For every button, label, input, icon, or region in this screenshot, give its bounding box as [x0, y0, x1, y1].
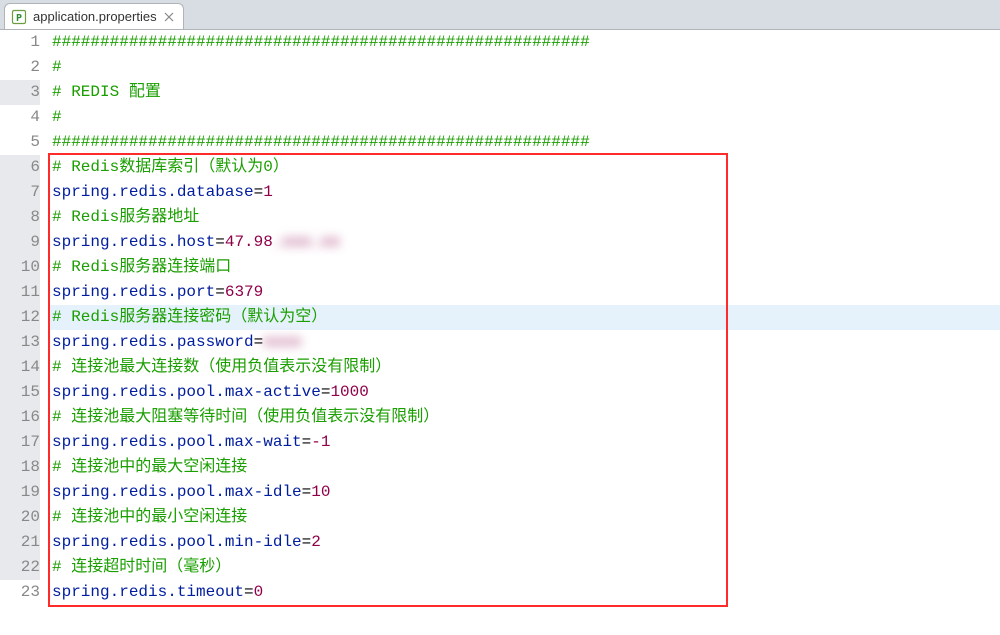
code-area[interactable]: ########################################… [48, 30, 1000, 635]
line-number: 9 [0, 230, 40, 255]
code-token: # 连接超时时间（毫秒） [52, 558, 231, 576]
code-token: = [321, 383, 331, 401]
code-token: = [244, 583, 254, 601]
code-token: # Redis服务器地址 [52, 208, 199, 226]
line-number: 12 [0, 305, 40, 330]
svg-text:P: P [16, 13, 22, 24]
code-token: = [215, 233, 225, 251]
code-line[interactable]: spring.redis.host=47.98.xxx.xx [48, 230, 1000, 255]
tab-bar: P application.properties [0, 0, 1000, 30]
code-token: spring.redis.pool.max-wait [52, 433, 302, 451]
code-token: .xxx.xx [273, 230, 340, 255]
line-number: 7 [0, 180, 40, 205]
line-number: 18 [0, 455, 40, 480]
code-token: = [254, 183, 264, 201]
code-line[interactable]: ########################################… [48, 30, 1000, 55]
code-token: 1 [263, 183, 273, 201]
code-token: # 连接池最大阻塞等待时间（使用负值表示没有限制） [52, 408, 439, 426]
line-number: 8 [0, 205, 40, 230]
code-token: spring.redis.database [52, 183, 254, 201]
line-number: 6 [0, 155, 40, 180]
line-number: 3 [0, 80, 40, 105]
code-token: # 连接池中的最大空闲连接 [52, 458, 247, 476]
code-token: # Redis服务器连接密码（默认为空） [52, 308, 327, 326]
code-token: 6379 [225, 283, 263, 301]
line-number: 1 [0, 30, 40, 55]
line-number: 17 [0, 430, 40, 455]
code-token: # [52, 58, 62, 76]
code-line[interactable]: # 连接池最大连接数（使用负值表示没有限制） [48, 355, 1000, 380]
code-line[interactable]: # Redis数据库索引（默认为0） [48, 155, 1000, 180]
line-number: 16 [0, 405, 40, 430]
code-token: 1000 [330, 383, 368, 401]
line-number: 19 [0, 480, 40, 505]
code-token: # [52, 108, 62, 126]
line-number: 4 [0, 105, 40, 130]
code-token: spring.redis.password [52, 333, 254, 351]
code-token: 2 [311, 533, 321, 551]
code-token: # Redis数据库索引（默认为0） [52, 158, 289, 176]
code-token: = [302, 483, 312, 501]
code-line[interactable]: # 连接池中的最小空闲连接 [48, 505, 1000, 530]
line-number: 22 [0, 555, 40, 580]
code-token: # REDIS 配置 [52, 83, 161, 101]
code-token: spring.redis.timeout [52, 583, 244, 601]
close-icon[interactable] [163, 11, 175, 23]
code-token: -1 [311, 433, 330, 451]
code-line[interactable]: spring.redis.database=1 [48, 180, 1000, 205]
code-line[interactable]: # REDIS 配置 [48, 80, 1000, 105]
line-number: 11 [0, 280, 40, 305]
code-line[interactable]: # 连接池最大阻塞等待时间（使用负值表示没有限制） [48, 405, 1000, 430]
code-token: # Redis服务器连接端口 [52, 258, 231, 276]
line-number: 13 [0, 330, 40, 355]
code-token: 10 [311, 483, 330, 501]
code-token: xxxx [263, 330, 301, 355]
code-token: spring.redis.pool.max-idle [52, 483, 302, 501]
line-number: 2 [0, 55, 40, 80]
code-line[interactable]: # Redis服务器连接端口 [48, 255, 1000, 280]
code-line[interactable]: # 连接池中的最大空闲连接 [48, 455, 1000, 480]
code-token: # 连接池中的最小空闲连接 [52, 508, 247, 526]
line-number: 21 [0, 530, 40, 555]
line-number: 10 [0, 255, 40, 280]
code-line[interactable]: spring.redis.pool.max-active=1000 [48, 380, 1000, 405]
code-token: # 连接池最大连接数（使用负值表示没有限制） [52, 358, 391, 376]
code-token: spring.redis.pool.max-active [52, 383, 321, 401]
code-token: ########################################… [52, 33, 590, 51]
code-line[interactable]: # Redis服务器地址 [48, 205, 1000, 230]
code-token: = [302, 433, 312, 451]
code-token: spring.redis.port [52, 283, 215, 301]
code-line[interactable]: spring.redis.timeout=0 [48, 580, 1000, 605]
code-line[interactable]: # [48, 55, 1000, 80]
code-token: = [215, 283, 225, 301]
code-line[interactable]: spring.redis.port=6379 [48, 280, 1000, 305]
tab-filename: application.properties [33, 9, 157, 24]
code-token: = [302, 533, 312, 551]
code-token: 47.98 [225, 233, 273, 251]
editor-tab[interactable]: P application.properties [4, 3, 184, 29]
line-number: 14 [0, 355, 40, 380]
code-editor[interactable]: 1234567891011121314151617181920212223 ##… [0, 30, 1000, 635]
code-line[interactable]: # 连接超时时间（毫秒） [48, 555, 1000, 580]
line-number: 20 [0, 505, 40, 530]
code-token: spring.redis.host [52, 233, 215, 251]
line-number: 23 [0, 580, 40, 605]
code-line[interactable]: ########################################… [48, 130, 1000, 155]
properties-file-icon: P [11, 9, 27, 25]
code-line[interactable]: # [48, 105, 1000, 130]
line-number: 5 [0, 130, 40, 155]
line-number-gutter: 1234567891011121314151617181920212223 [0, 30, 48, 635]
code-line[interactable]: spring.redis.pool.min-idle=2 [48, 530, 1000, 555]
code-line[interactable]: spring.redis.pool.max-idle=10 [48, 480, 1000, 505]
code-token: spring.redis.pool.min-idle [52, 533, 302, 551]
code-token: 0 [254, 583, 264, 601]
line-number: 15 [0, 380, 40, 405]
code-token: ########################################… [52, 133, 590, 151]
code-line[interactable]: spring.redis.pool.max-wait=-1 [48, 430, 1000, 455]
code-line[interactable]: spring.redis.password=xxxx [48, 330, 1000, 355]
code-token: = [254, 333, 264, 351]
code-line[interactable]: # Redis服务器连接密码（默认为空） [48, 305, 1000, 330]
